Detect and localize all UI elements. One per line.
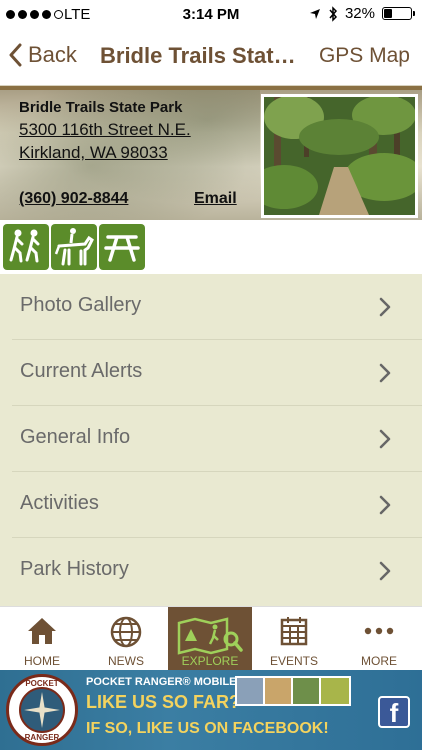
chevron-right-icon	[379, 429, 391, 449]
park-menu-list: Photo Gallery Current Alerts General Inf…	[0, 274, 422, 606]
tab-label: EXPLORE	[181, 654, 239, 668]
bluetooth-icon	[329, 5, 337, 22]
ad-photo-thumbnails	[235, 676, 355, 710]
tab-news[interactable]: NEWS	[84, 607, 168, 671]
phone-link[interactable]: (360) 902-8844	[19, 190, 128, 208]
forest-trail-image	[264, 97, 415, 215]
menu-item-label: Park History	[20, 558, 129, 580]
menu-item-current-alerts[interactable]: Current Alerts	[0, 340, 422, 406]
menu-item-label: General Info	[20, 426, 131, 448]
pocket-ranger-logo: POCKET RANGER	[6, 674, 78, 746]
back-label: Back	[28, 42, 77, 67]
location-arrow-icon	[309, 8, 320, 19]
menu-item-activities[interactable]: Activities	[0, 472, 422, 538]
hiking-icon[interactable]	[3, 224, 49, 270]
globe-icon	[110, 616, 142, 648]
menu-item-photo-gallery[interactable]: Photo Gallery	[0, 274, 422, 340]
tab-label: EVENTS	[269, 654, 318, 668]
facebook-ad-banner[interactable]: POCKET RANGER POCKET RANGER® MOBILE APP …	[0, 670, 422, 750]
tab-label: MORE	[361, 654, 397, 668]
battery-percent: 32%	[344, 5, 375, 22]
park-photo[interactable]	[261, 94, 418, 218]
home-icon	[28, 618, 56, 644]
horseback-riding-icon[interactable]	[51, 224, 97, 270]
ad-headline: LIKE US SO FAR?	[86, 692, 241, 712]
battery-icon	[382, 7, 415, 20]
compass-icon	[19, 687, 65, 733]
tab-more[interactable]: MORE	[336, 607, 422, 671]
calendar-icon	[280, 617, 308, 646]
status-bar: LTE 3:14 PM 32%	[0, 0, 422, 30]
activity-icons-row	[0, 220, 422, 274]
chevron-right-icon	[379, 297, 391, 317]
tab-home[interactable]: HOME	[0, 607, 84, 671]
tab-bar: HOME NEWS EXPLORE EVENTS MORE	[0, 606, 422, 671]
park-header: Bridle Trails State Park 5300 116th Stre…	[0, 86, 422, 220]
tab-label: HOME	[24, 654, 60, 668]
tab-events[interactable]: EVENTS	[252, 607, 336, 671]
park-name: Bridle Trails State Park	[19, 99, 183, 116]
menu-item-label: Current Alerts	[20, 360, 143, 382]
gps-map-button[interactable]: GPS Map	[319, 44, 410, 68]
chevron-left-icon	[9, 43, 22, 67]
address-line-1[interactable]: 5300 116th Street N.E.	[19, 120, 191, 140]
tab-label: NEWS	[108, 654, 144, 668]
address-line-2[interactable]: Kirkland, WA 98033	[19, 143, 168, 163]
email-link[interactable]: Email	[194, 190, 237, 208]
menu-item-label: Photo Gallery	[20, 294, 142, 316]
menu-item-general-info[interactable]: General Info	[0, 406, 422, 472]
chevron-right-icon	[379, 495, 391, 515]
page-title: Bridle Trails State Park	[100, 43, 306, 68]
chevron-right-icon	[379, 363, 391, 383]
back-button[interactable]: Back	[8, 42, 77, 68]
navigation-bar: Back Bridle Trails State Park GPS Map	[0, 30, 422, 86]
chevron-right-icon	[379, 561, 391, 581]
more-dots-icon	[364, 627, 394, 635]
picnic-table-icon[interactable]	[99, 224, 145, 270]
explore-map-icon	[177, 617, 243, 655]
facebook-icon[interactable]: f	[378, 696, 410, 728]
tab-explore[interactable]: EXPLORE	[168, 607, 252, 671]
ad-subheadline: IF SO, LIKE US ON FACEBOOK!	[86, 720, 329, 737]
menu-item-label: Activities	[20, 492, 99, 514]
menu-item-park-history[interactable]: Park History	[0, 538, 422, 604]
